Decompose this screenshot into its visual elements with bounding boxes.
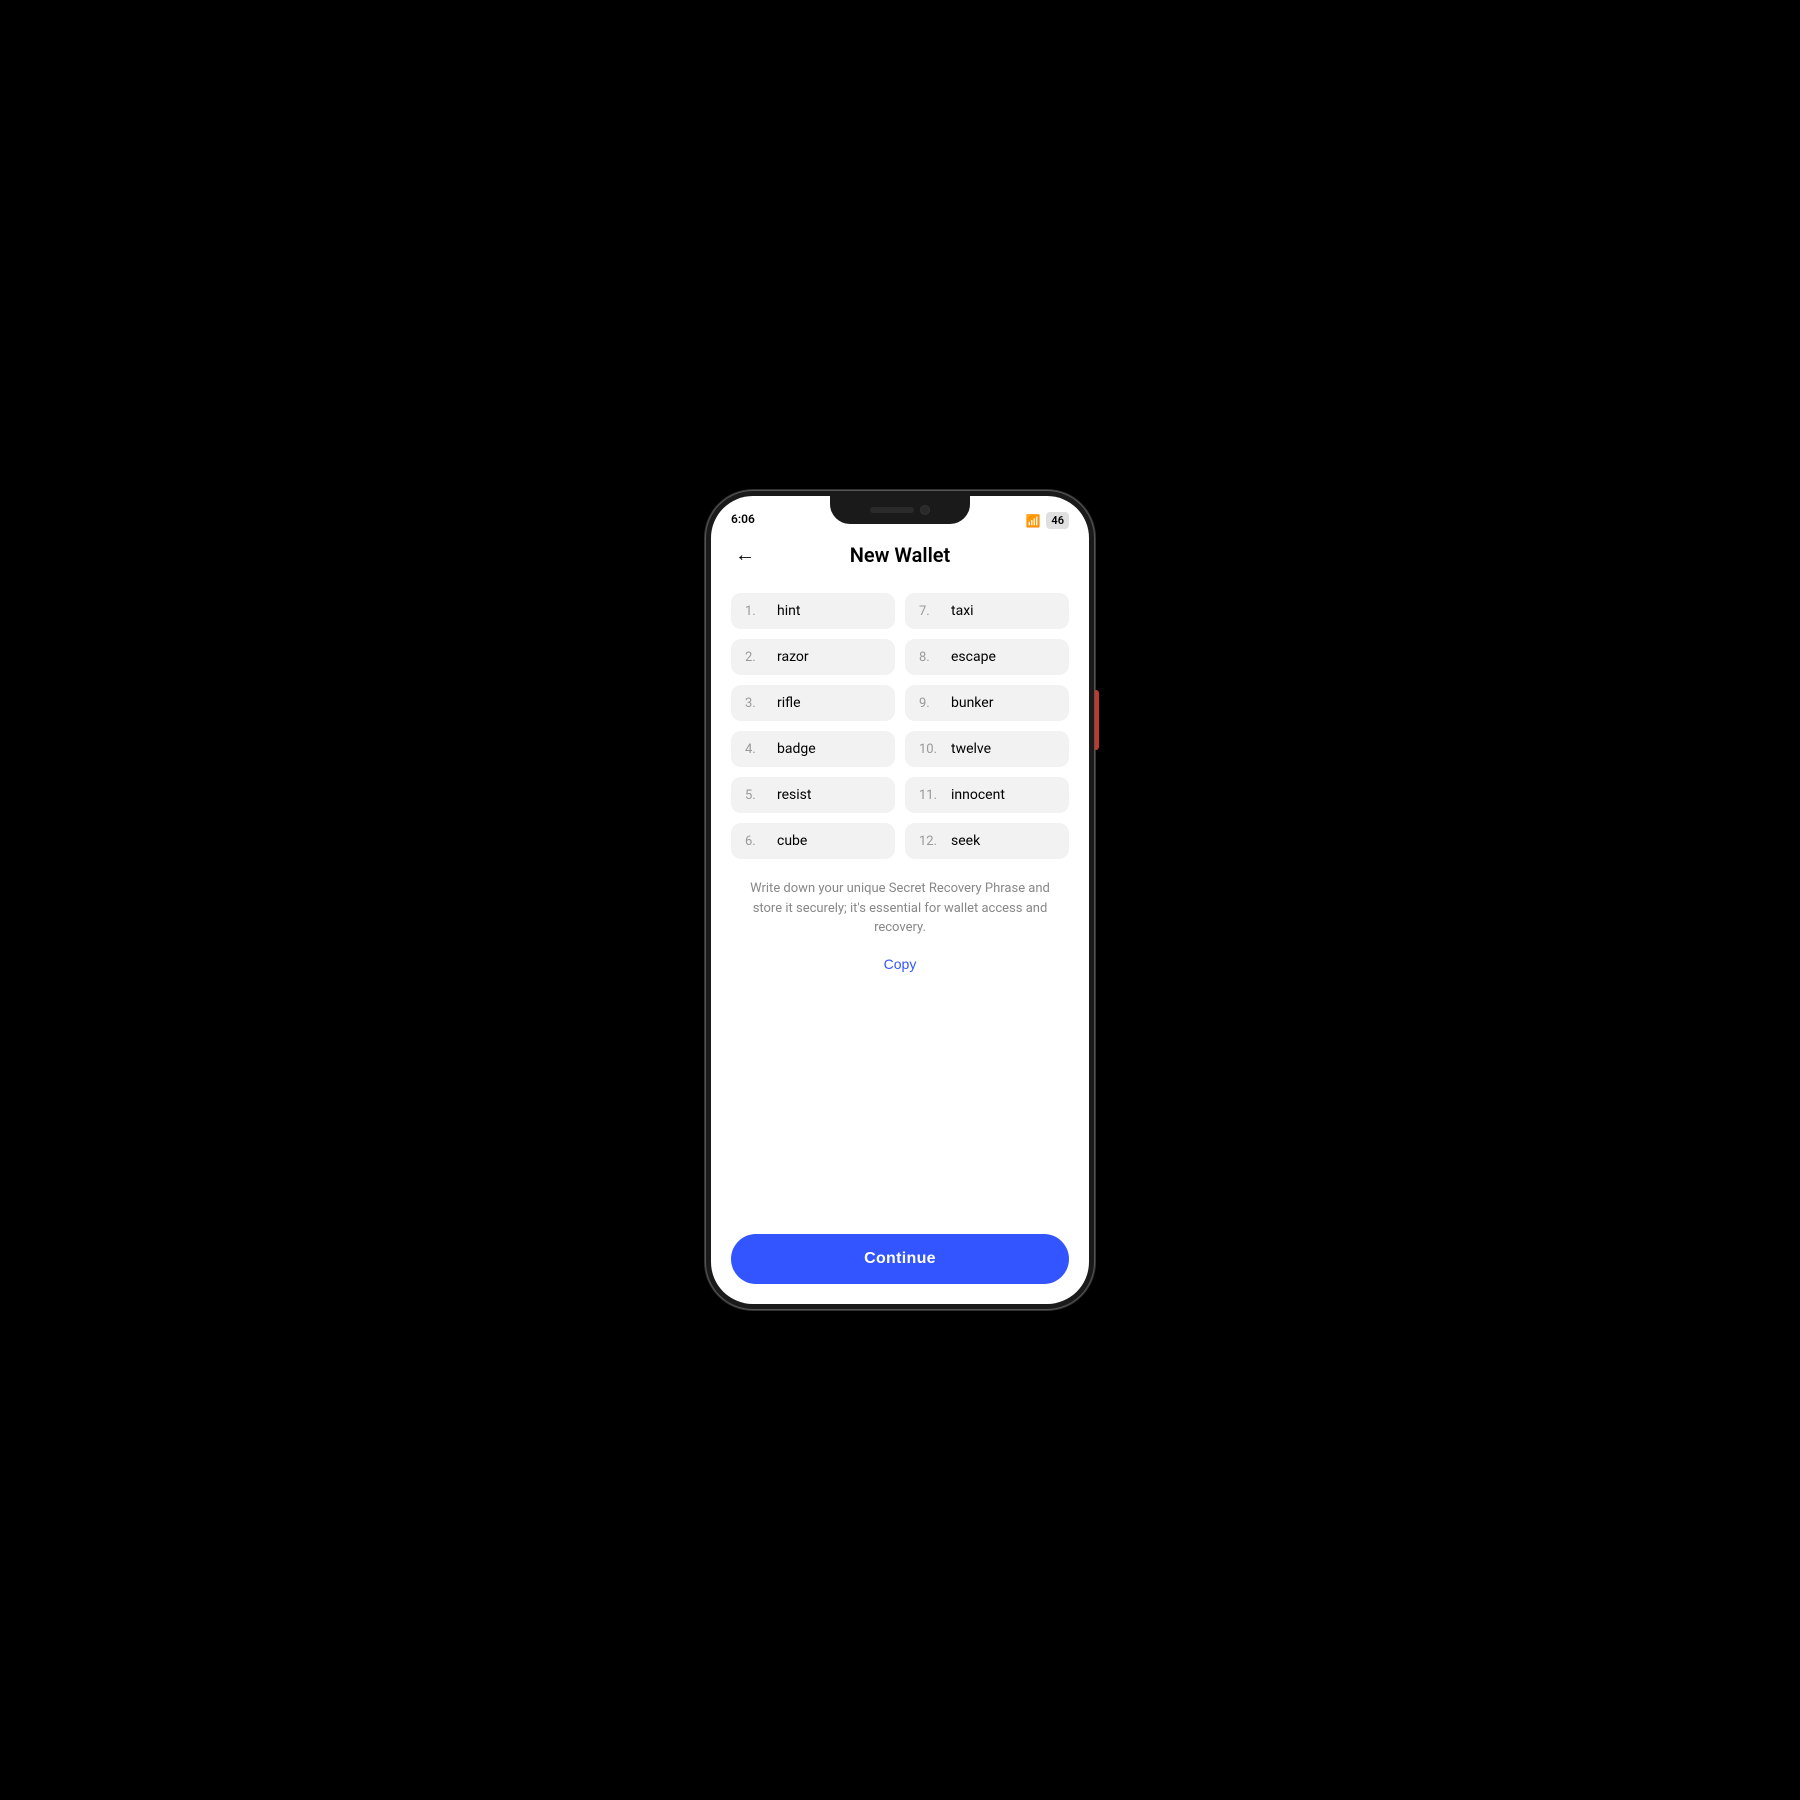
copy-button[interactable]: Copy: [884, 956, 917, 972]
seed-word-item: 11. innocent: [905, 777, 1069, 813]
seed-number: 3.: [745, 696, 767, 711]
seed-word-item: 7. taxi: [905, 593, 1069, 629]
seed-word-item: 1. hint: [731, 593, 895, 629]
seed-grid: 1. hint 7. taxi 2. razor 8. escape 3. rifle 9. bunk…: [731, 593, 1069, 859]
seed-number: 12.: [919, 834, 941, 849]
seed-word-item: 5. resist: [731, 777, 895, 813]
seed-word-text: bunker: [951, 695, 993, 711]
seed-number: 8.: [919, 650, 941, 665]
seed-word-text: rifle: [777, 695, 801, 711]
page-header: ← New Wallet: [711, 529, 1089, 577]
notch: [830, 496, 970, 524]
continue-button[interactable]: Continue: [731, 1234, 1069, 1284]
time-display: 6:06: [731, 508, 755, 526]
seed-number: 11.: [919, 788, 941, 803]
seed-word-item: 3. rifle: [731, 685, 895, 721]
speaker: [870, 507, 914, 513]
seed-number: 2.: [745, 650, 767, 665]
phone-frame: 6:06 📶 46 ← New Wallet: [705, 490, 1095, 1310]
seed-number: 4.: [745, 742, 767, 757]
seed-phrase-container: 1. hint 7. taxi 2. razor 8. escape 3. rifle 9. bunk…: [711, 577, 1089, 859]
seed-word-text: innocent: [951, 787, 1005, 803]
seed-word-item: 8. escape: [905, 639, 1069, 675]
copy-link-container: Copy: [711, 938, 1089, 989]
seed-word-item: 4. badge: [731, 731, 895, 767]
phone-screen: 6:06 📶 46 ← New Wallet: [711, 496, 1089, 1304]
status-icons: 📶 46: [1025, 508, 1069, 529]
recovery-description: Write down your unique Secret Recovery P…: [711, 859, 1089, 938]
seed-word-text: razor: [777, 649, 809, 665]
camera: [920, 505, 930, 515]
seed-number: 1.: [745, 604, 767, 619]
seed-word-text: cube: [777, 833, 807, 849]
wifi-icon: 📶: [1025, 514, 1040, 528]
back-button[interactable]: ←: [731, 540, 759, 571]
seed-word-text: seek: [951, 833, 980, 849]
seed-word-item: 9. bunker: [905, 685, 1069, 721]
continue-bar: Continue: [711, 1222, 1089, 1304]
seed-word-text: taxi: [951, 603, 974, 619]
status-bar: 6:06 📶 46: [711, 496, 1089, 529]
app-content: ← New Wallet 1. hint 7. taxi 2. razor 8. escape…: [711, 529, 1089, 1304]
battery-level: 46: [1051, 514, 1064, 527]
battery-indicator: 46: [1046, 512, 1069, 529]
seed-word-item: 10. twelve: [905, 731, 1069, 767]
seed-word-text: resist: [777, 787, 811, 803]
seed-word-text: twelve: [951, 741, 991, 757]
seed-word-item: 12. seek: [905, 823, 1069, 859]
seed-word-item: 2. razor: [731, 639, 895, 675]
seed-word-text: badge: [777, 741, 816, 757]
seed-word-item: 6. cube: [731, 823, 895, 859]
seed-number: 5.: [745, 788, 767, 803]
seed-number: 6.: [745, 834, 767, 849]
seed-number: 7.: [919, 604, 941, 619]
page-title: New Wallet: [850, 543, 951, 567]
seed-word-text: escape: [951, 649, 996, 665]
seed-number: 9.: [919, 696, 941, 711]
seed-number: 10.: [919, 742, 941, 757]
seed-word-text: hint: [777, 603, 800, 619]
